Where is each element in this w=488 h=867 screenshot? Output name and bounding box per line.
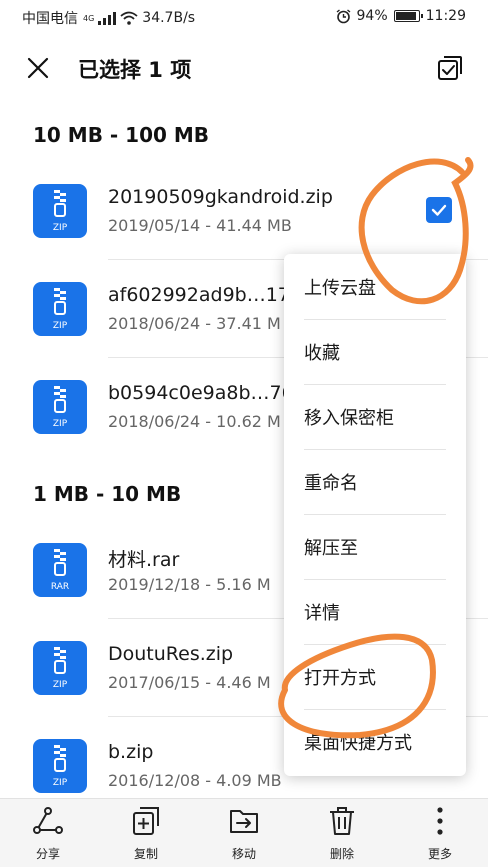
zip-file-icon: ZIP <box>33 380 87 434</box>
more-icon <box>437 807 443 835</box>
zipper-icon <box>54 190 66 217</box>
file-name: b0594c0e9a8b…76 <box>108 382 294 404</box>
check-icon <box>431 204 447 216</box>
section-header: 1 MB - 10 MB <box>33 482 182 506</box>
file-ext-label: ZIP <box>52 778 68 788</box>
copy-button[interactable]: 复制 <box>106 805 186 865</box>
copy-label: 复制 <box>133 847 158 861</box>
selected-checkbox[interactable] <box>426 197 452 223</box>
file-name: 材料.rar <box>108 549 180 571</box>
network-type: 4G <box>83 13 95 23</box>
share-button[interactable]: 分享 <box>8 805 88 865</box>
context-menu: 上传云盘 收藏 移入保密柜 重命名 解压至 详情 打开方式 桌面快捷方式 <box>284 254 466 776</box>
delete-button[interactable]: 删除 <box>302 805 382 865</box>
close-icon <box>27 57 49 79</box>
file-ext-label: ZIP <box>52 223 68 233</box>
file-name: 20190509gkandroid.zip <box>108 186 333 208</box>
menu-item-favorite[interactable]: 收藏 <box>284 319 466 384</box>
file-meta: 2018/06/24 - 37.41 M <box>108 314 281 333</box>
network-speed: 34.7B/s <box>142 10 196 26</box>
menu-item-desktop-shortcut[interactable]: 桌面快捷方式 <box>284 709 466 774</box>
share-label: 分享 <box>35 847 60 861</box>
move-button[interactable]: 移动 <box>204 805 284 865</box>
carrier-label: 中国电信 <box>22 11 78 27</box>
menu-item-rename[interactable]: 重命名 <box>284 449 466 514</box>
file-meta: 2017/06/15 - 4.46 M <box>108 673 271 692</box>
menu-item-open-with[interactable]: 打开方式 <box>284 644 466 709</box>
share-icon <box>33 807 63 834</box>
file-ext-label: ZIP <box>52 680 68 690</box>
file-ext-label: ZIP <box>52 321 68 331</box>
file-meta: 2019/12/18 - 5.16 M <box>108 575 271 594</box>
file-name: b.zip <box>108 741 154 763</box>
bottom-toolbar: 分享 复制 移动 删除 更多 <box>0 798 488 867</box>
file-meta: 2016/12/08 - 4.09 MB <box>108 771 282 790</box>
zip-file-icon: ZIP <box>33 641 87 695</box>
close-button[interactable] <box>20 50 56 86</box>
menu-item-details[interactable]: 详情 <box>284 579 466 644</box>
zip-file-icon: ZIP <box>33 739 87 793</box>
clock: 11:29 <box>425 8 466 24</box>
battery-icon <box>393 10 423 22</box>
move-icon <box>230 810 258 833</box>
section-header: 10 MB - 100 MB <box>33 123 210 147</box>
menu-item-move-to-safe[interactable]: 移入保密柜 <box>284 384 466 449</box>
zip-file-icon: ZIP <box>33 184 87 238</box>
battery-percent: 94% <box>356 8 388 24</box>
file-ext-label: ZIP <box>52 419 68 429</box>
more-label: 更多 <box>427 847 452 861</box>
zipper-icon <box>54 647 66 674</box>
copy-icon <box>133 807 159 835</box>
delete-label: 删除 <box>329 847 354 861</box>
delete-icon <box>330 807 354 835</box>
more-button[interactable]: 更多 <box>400 805 480 865</box>
move-label: 移动 <box>231 847 256 861</box>
page-title: 已选择 1 项 <box>78 58 192 82</box>
rar-file-icon: RAR <box>33 543 87 597</box>
zipper-icon <box>54 386 66 413</box>
menu-item-extract-to[interactable]: 解压至 <box>284 514 466 579</box>
zip-file-icon: ZIP <box>33 282 87 336</box>
file-name: af602992ad9b…17 <box>108 284 290 306</box>
file-meta: 2018/06/24 - 10.62 M <box>108 412 281 431</box>
zipper-icon <box>54 288 66 315</box>
signal-icon <box>98 12 117 25</box>
select-all-button[interactable] <box>432 50 468 86</box>
file-name: DoutuRes.zip <box>108 643 234 665</box>
file-meta: 2019/05/14 - 41.44 MB <box>108 216 292 235</box>
selection-header: 已选择 1 项 <box>0 40 488 96</box>
select-all-icon <box>438 56 462 80</box>
wifi-icon <box>120 11 138 25</box>
menu-item-upload-cloud[interactable]: 上传云盘 <box>284 254 466 319</box>
file-ext-label: RAR <box>50 582 70 592</box>
alarm-icon <box>336 8 350 23</box>
zipper-icon <box>54 549 66 576</box>
status-bar: 中国电信 4G 34.7B/s 94% 11:29 <box>0 0 488 34</box>
zipper-icon <box>54 745 66 772</box>
